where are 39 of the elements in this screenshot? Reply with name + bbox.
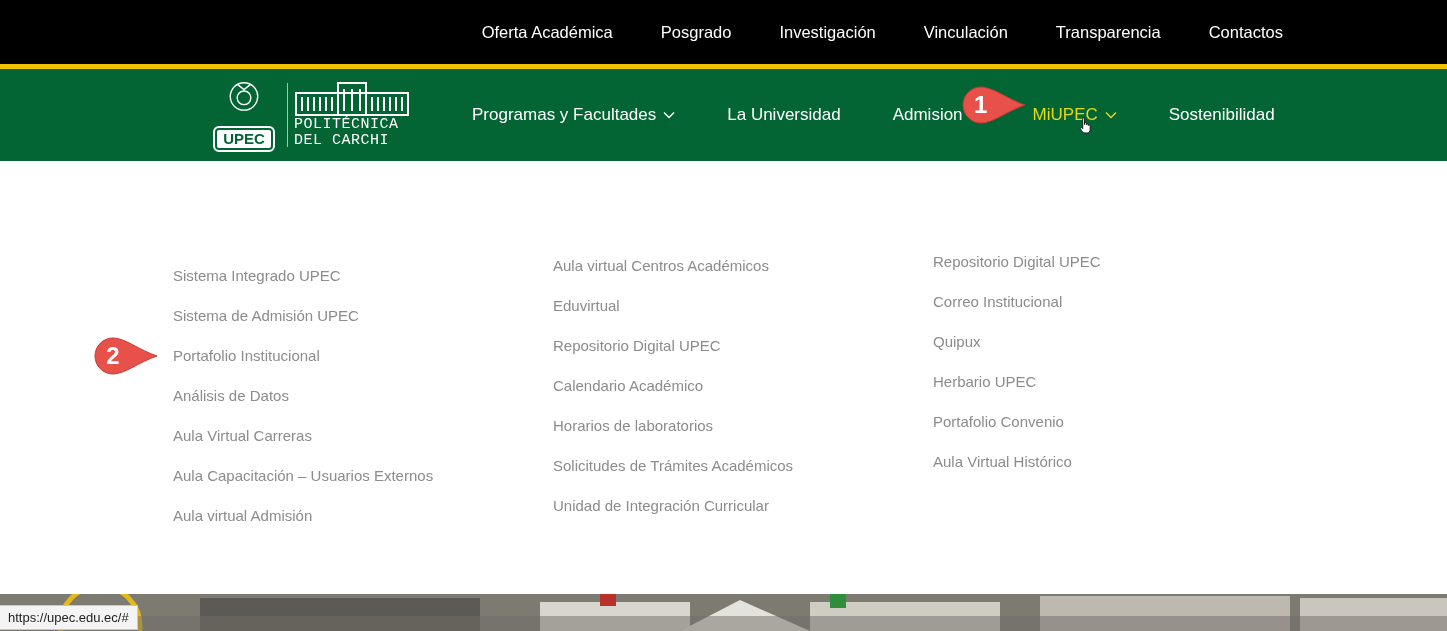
chevron-down-icon bbox=[663, 111, 676, 119]
menu-link[interactable]: Análisis de Datos bbox=[173, 387, 289, 405]
chevron-down-icon bbox=[1104, 111, 1117, 119]
menu-link[interactable]: Aula Virtual Histórico bbox=[933, 453, 1072, 471]
nav-link[interactable]: Investigación bbox=[779, 22, 876, 42]
logo-text: DEL CARCHI bbox=[294, 133, 390, 149]
building-icon bbox=[294, 81, 410, 117]
menu-link[interactable]: Herbario UPEC bbox=[933, 373, 1037, 391]
menu-link[interactable]: Eduvirtual bbox=[553, 297, 620, 315]
menu-link[interactable]: Sistema Integrado UPEC bbox=[173, 267, 341, 285]
nav-link[interactable]: Transparencia bbox=[1055, 22, 1161, 42]
upec-logo-badge: UPEC bbox=[207, 80, 281, 150]
menu-link[interactable]: Aula Virtual Carreras bbox=[173, 427, 312, 445]
menu-link[interactable]: Aula virtual Centros Académicos bbox=[553, 257, 769, 275]
callout-marker: 2 bbox=[93, 336, 159, 376]
nav-link[interactable]: Vinculación bbox=[923, 22, 1008, 42]
nav-menu-item[interactable]: Admision bbox=[892, 105, 963, 125]
menu-link[interactable]: Calendario Académico bbox=[553, 377, 704, 395]
menu-link[interactable]: Aula virtual Admisión bbox=[173, 507, 313, 525]
nav-link[interactable]: Posgrado bbox=[660, 22, 732, 42]
menu-link[interactable]: Aula Capacitación – Usuarios Externos bbox=[173, 467, 434, 485]
menu-link[interactable]: Portafolio Convenio bbox=[933, 413, 1064, 431]
nav-menu-item[interactable]: Sostenibilidad bbox=[1168, 105, 1275, 125]
nav-menu-item[interactable]: Programas y Facultades bbox=[472, 105, 676, 125]
nav-link[interactable]: Contactos bbox=[1208, 22, 1283, 42]
menu-link[interactable]: Sistema de Admisión UPEC bbox=[173, 307, 359, 325]
nav-link[interactable]: Oferta Académica bbox=[481, 22, 613, 42]
status-url: https://upec.edu.ec/# bbox=[0, 605, 138, 630]
nav-menu-item[interactable]: La Universidad bbox=[727, 105, 841, 125]
menu-link[interactable]: Unidad de Integración Curricular bbox=[553, 497, 769, 515]
menu-link[interactable]: Portafolio Institucional bbox=[173, 347, 320, 365]
menu-link[interactable]: Quipux bbox=[933, 333, 981, 351]
menu-link[interactable]: Repositorio Digital UPEC bbox=[933, 253, 1101, 271]
logo-text: POLITÉCNICA bbox=[294, 117, 400, 133]
menu-link[interactable]: Solicitudes de Trámites Académicos bbox=[553, 457, 794, 475]
nav-menu-item[interactable]: MiUPEC bbox=[1032, 105, 1117, 125]
menu-link[interactable]: Repositorio Digital UPEC bbox=[553, 337, 721, 355]
menu-link[interactable]: Horarios de laboratorios bbox=[553, 417, 714, 435]
menu-link[interactable]: Correo Institucional bbox=[933, 293, 1063, 311]
